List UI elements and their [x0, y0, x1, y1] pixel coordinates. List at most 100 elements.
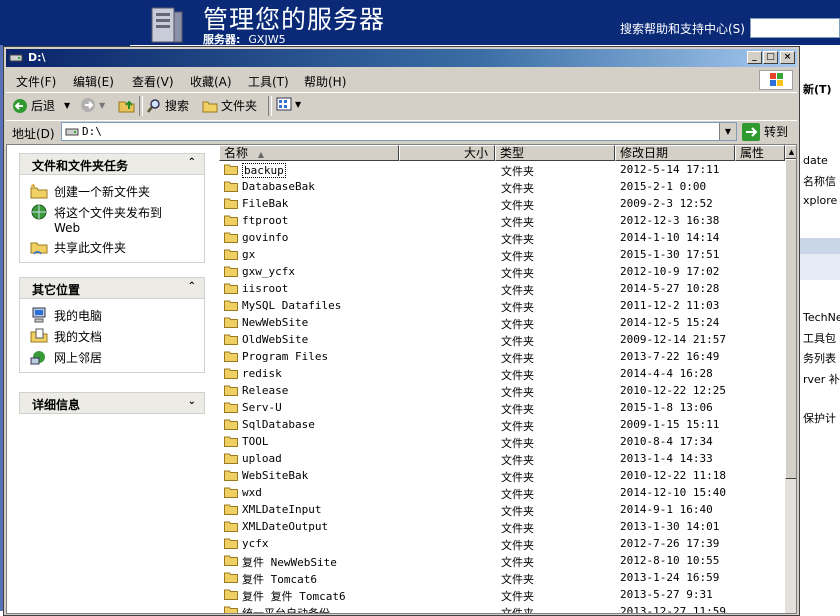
other-places-group: 其它位置 ⌃ 我的电脑 我的文档 网上邻居	[19, 277, 205, 373]
close-button[interactable]: ×	[780, 51, 795, 64]
folder-icon	[224, 181, 238, 192]
forward-button[interactable]: ▼	[80, 97, 105, 113]
file-type: 文件夹	[501, 216, 534, 229]
file-row[interactable]: SqlDatabase 文件夹 2009-1-15 15:11	[219, 416, 785, 433]
back-dropdown-icon[interactable]: ▼	[64, 101, 70, 110]
place-network[interactable]: 网上邻居	[30, 349, 204, 366]
file-row[interactable]: gx 文件夹 2015-1-30 17:51	[219, 246, 785, 263]
help-search-input[interactable]	[750, 18, 840, 38]
folder-icon	[224, 402, 238, 413]
column-modified[interactable]: 修改日期	[615, 145, 735, 161]
scroll-up-icon[interactable]: ▲	[785, 145, 796, 159]
task-new-folder[interactable]: 创建一个新文件夹	[30, 183, 204, 200]
details-header[interactable]: 详细信息 ⌄	[19, 392, 205, 414]
file-type: 文件夹	[501, 522, 534, 535]
menu-view[interactable]: 查看(V)	[132, 73, 174, 90]
file-row[interactable]: iisroot 文件夹 2014-5-27 10:28	[219, 280, 785, 297]
file-tasks-group: 文件和文件夹任务 ⌃ 创建一个新文件夹 将这个文件夹发布到 Web 共享此文件夹	[19, 153, 205, 263]
file-row[interactable]: gxw_ycfx 文件夹 2012-10-9 17:02	[219, 263, 785, 280]
explorer-window: D:\ _ □ × 文件(F) 编辑(E) 查看(V) 收藏(A) 工具(T) …	[3, 46, 800, 616]
task-label: 共享此文件夹	[54, 241, 127, 255]
forward-dropdown-icon[interactable]: ▼	[99, 101, 105, 110]
file-row[interactable]: NewWebSite 文件夹 2014-12-5 15:24	[219, 314, 785, 331]
file-type: 文件夹	[501, 403, 534, 416]
column-name[interactable]: 名称 ▲	[219, 145, 399, 161]
file-row[interactable]: DatabaseBak 文件夹 2015-2-1 0:00	[219, 178, 785, 195]
expand-chevron-icon[interactable]: ⌄	[188, 396, 196, 407]
file-row[interactable]: XMLDateOutput 文件夹 2013-1-30 14:01	[219, 518, 785, 535]
address-dropdown-icon[interactable]: ▼	[719, 123, 736, 140]
back-button[interactable]: 后退 ▼	[12, 97, 70, 114]
file-row[interactable]: 复件 复件 Tomcat6 文件夹 2013-5-27 9:31	[219, 586, 785, 603]
file-row[interactable]: wxd 文件夹 2014-12-10 15:40	[219, 484, 785, 501]
file-row[interactable]: WebSiteBak 文件夹 2010-12-22 11:18	[219, 467, 785, 484]
column-attributes[interactable]: 属性	[735, 145, 785, 161]
file-row[interactable]: MySQL Datafiles 文件夹 2011-12-2 11:03	[219, 297, 785, 314]
toolbar-separator	[268, 96, 272, 116]
go-button[interactable]: 转到	[742, 122, 788, 141]
file-row[interactable]: XMLDateInput 文件夹 2014-9-1 16:40	[219, 501, 785, 518]
file-row[interactable]: Program Files 文件夹 2013-7-22 16:49	[219, 348, 785, 365]
search-button[interactable]: 搜索	[146, 97, 189, 114]
views-dropdown-icon[interactable]: ▼	[295, 100, 301, 109]
folders-button[interactable]: 文件夹	[202, 97, 257, 114]
folder-icon	[224, 232, 238, 243]
scroll-thumb[interactable]	[785, 159, 796, 479]
maximize-button[interactable]: □	[763, 51, 778, 64]
column-size[interactable]: 大小	[399, 145, 495, 161]
file-row[interactable]: OldWebSite 文件夹 2009-12-14 21:57	[219, 331, 785, 348]
file-row[interactable]: FileBak 文件夹 2009-2-3 12:52	[219, 195, 785, 212]
menu-tools[interactable]: 工具(T)	[248, 73, 289, 90]
folder-icon	[224, 351, 238, 362]
task-share-folder[interactable]: 共享此文件夹	[30, 239, 204, 256]
collapse-chevron-icon[interactable]: ⌃	[188, 157, 196, 168]
file-row[interactable]: TOOL 文件夹 2010-8-4 17:34	[219, 433, 785, 450]
back-arrow-icon	[13, 98, 27, 113]
file-row[interactable]: 复件 NewWebSite 文件夹 2012-8-10 10:55	[219, 552, 785, 569]
file-row[interactable]: 复件 Tomcat6 文件夹 2013-1-24 16:59	[219, 569, 785, 586]
menu-help[interactable]: 帮助(H)	[304, 73, 346, 90]
folder-icon	[224, 572, 238, 583]
file-row[interactable]: ycfx 文件夹 2012-7-26 17:39	[219, 535, 785, 552]
up-folder-button[interactable]	[118, 97, 136, 113]
file-row[interactable]: govinfo 文件夹 2014-1-10 14:14	[219, 229, 785, 246]
file-row[interactable]: backup 文件夹 2012-5-14 17:11	[219, 161, 785, 178]
menu-file[interactable]: 文件(F)	[16, 73, 56, 90]
file-modified: 2014-1-10 14:14	[620, 231, 720, 244]
file-row[interactable]: ftproot 文件夹 2012-12-3 16:38	[219, 212, 785, 229]
address-input[interactable]: D:\ ▼	[61, 122, 737, 141]
file-name: Program Files	[242, 350, 329, 363]
place-my-documents[interactable]: 我的文档	[30, 328, 204, 345]
file-modified: 2015-1-8 13:06	[620, 401, 713, 414]
task-publish-web[interactable]: 将这个文件夹发布到 Web	[30, 204, 204, 235]
file-modified: 2013-1-30 14:01	[620, 520, 720, 533]
back-label: 后退	[31, 99, 56, 113]
file-type: 文件夹	[501, 284, 534, 297]
file-name: TOOL	[242, 435, 269, 448]
menu-favorites[interactable]: 收藏(A)	[190, 73, 232, 90]
file-row[interactable]: 统一平台自动备份 文件夹 2013-12-27 11:59	[219, 603, 785, 613]
file-modified: 2012-7-26 17:39	[620, 537, 720, 550]
file-row[interactable]: Release 文件夹 2010-12-22 12:25	[219, 382, 785, 399]
place-my-computer[interactable]: 我的电脑	[30, 307, 204, 324]
address-label: 地址(D)	[12, 127, 55, 141]
file-row[interactable]: redisk 文件夹 2014-4-4 16:28	[219, 365, 785, 382]
file-type: 文件夹	[501, 471, 534, 484]
column-type[interactable]: 类型	[495, 145, 615, 161]
views-button[interactable]: ▼	[276, 97, 301, 111]
right-panel-band	[800, 254, 840, 280]
folder-icon	[224, 300, 238, 311]
vertical-scrollbar[interactable]: ▲	[785, 145, 796, 613]
collapse-chevron-icon[interactable]: ⌃	[188, 281, 196, 292]
file-row[interactable]: upload 文件夹 2013-1-4 14:33	[219, 450, 785, 467]
title-bar[interactable]: D:\ _ □ ×	[6, 49, 797, 67]
minimize-button[interactable]: _	[747, 51, 762, 64]
menu-edit[interactable]: 编辑(E)	[73, 73, 114, 90]
folder-icon	[224, 419, 238, 430]
file-tasks-header[interactable]: 文件和文件夹任务 ⌃	[19, 153, 205, 175]
folder-icon	[224, 249, 238, 260]
file-type: 文件夹	[501, 182, 534, 195]
file-name: FileBak	[242, 197, 289, 210]
file-row[interactable]: Serv-U 文件夹 2015-1-8 13:06	[219, 399, 785, 416]
other-places-header[interactable]: 其它位置 ⌃	[19, 277, 205, 299]
